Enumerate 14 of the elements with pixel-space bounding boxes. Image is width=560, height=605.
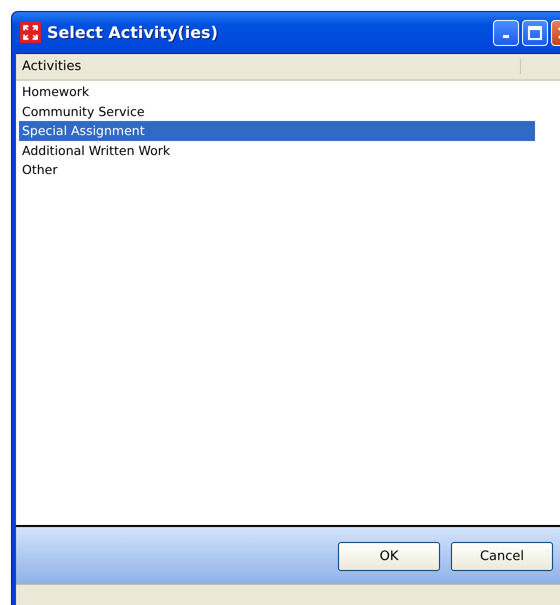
window-title: Select Activity(ies) — [47, 23, 218, 42]
maximize-button[interactable] — [522, 20, 548, 46]
list-item[interactable]: Additional Written Work — [19, 140, 535, 160]
list-item[interactable]: Other — [19, 160, 535, 180]
app-icon — [20, 22, 41, 43]
maximize-icon — [528, 26, 542, 40]
list-item[interactable]: Homework — [19, 82, 535, 102]
dialog-button[interactable]: OK — [338, 542, 440, 571]
minimize-icon — [503, 35, 509, 38]
column-header[interactable]: Activities — [16, 59, 521, 74]
list-item[interactable]: Special Assignment — [19, 121, 535, 140]
minimize-button[interactable] — [493, 20, 519, 46]
list-item[interactable]: Community Service — [19, 102, 535, 121]
dialog-button[interactable]: Cancel — [451, 542, 553, 571]
